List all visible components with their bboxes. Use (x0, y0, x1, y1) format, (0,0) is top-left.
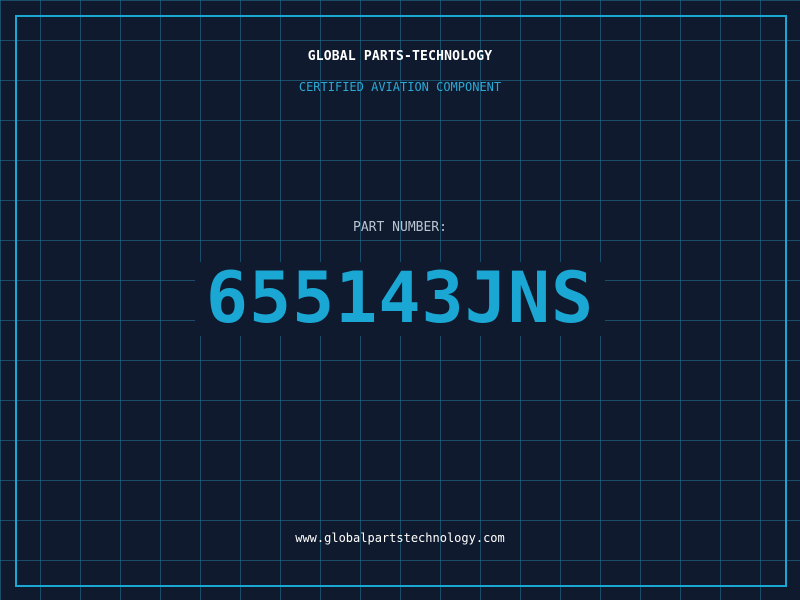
label-card: GLOBAL PARTS-TECHNOLOGY CERTIFIED AVIATI… (0, 0, 800, 600)
part-number-label: PART NUMBER: (353, 220, 447, 235)
certification-subtitle: CERTIFIED AVIATION COMPONENT (298, 80, 502, 94)
part-number-value: 655143JNS (205, 257, 595, 339)
company-name: GLOBAL PARTS-TECHNOLOGY (307, 49, 493, 64)
website-url: www.globalpartstechnology.com (295, 531, 505, 545)
